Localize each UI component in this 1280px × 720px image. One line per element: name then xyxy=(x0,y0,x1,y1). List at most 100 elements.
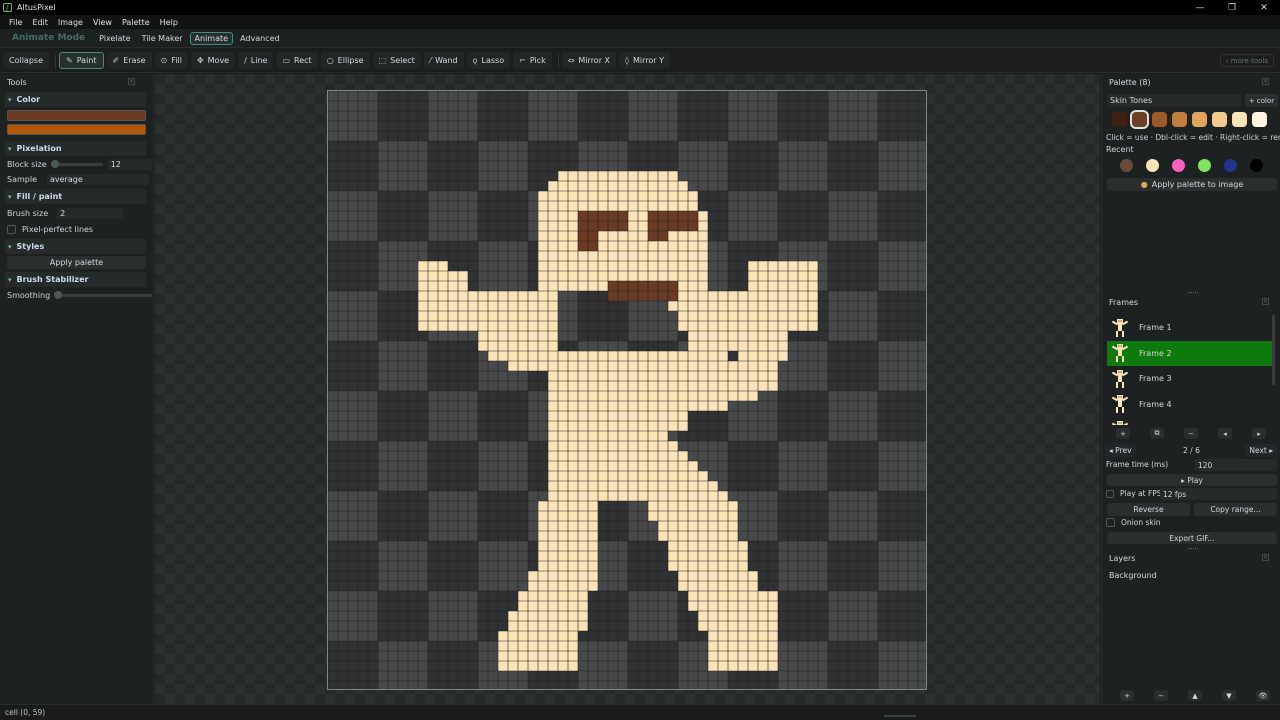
panel-close-icon[interactable]: × xyxy=(128,78,135,85)
minimize-button[interactable]: — xyxy=(1184,0,1216,15)
frame-item[interactable]: Frame 1 xyxy=(1107,315,1272,340)
frame-item[interactable] xyxy=(1107,417,1272,425)
next-frame-button[interactable]: Next ▸ xyxy=(1245,444,1277,457)
panel-close-icon[interactable]: × xyxy=(1262,298,1269,305)
tab-advanced[interactable]: Advanced xyxy=(236,32,284,45)
frames-list: Frame 1 Frame 2 Frame 3 Frame 4 xyxy=(1107,315,1272,425)
tab-tile-maker[interactable]: Tile Maker xyxy=(138,32,187,45)
reverse-button[interactable]: Reverse xyxy=(1107,503,1190,516)
figure-pixel-span xyxy=(518,591,588,601)
recent-color-swatch[interactable] xyxy=(1250,159,1263,172)
color-section-header[interactable]: ▾ Color xyxy=(5,92,146,107)
frame-label: Frame 4 xyxy=(1139,399,1172,409)
menu-file[interactable]: File xyxy=(4,18,27,27)
fps-select[interactable]: 12 fps xyxy=(1160,488,1277,500)
move-layer-down-button[interactable]: ▼ xyxy=(1222,690,1236,701)
prev-frame-button[interactable]: ◂ Prev xyxy=(1105,444,1136,457)
slider-knob[interactable] xyxy=(50,160,59,168)
play-button[interactable]: ▸ Play xyxy=(1107,474,1277,486)
apply-palette-to-image-button[interactable]: ● Apply palette to image xyxy=(1107,178,1277,191)
panel-close-icon[interactable]: × xyxy=(1262,554,1269,561)
styles-section-header[interactable]: ▾ Styles xyxy=(5,239,146,254)
play-at-fps-checkbox[interactable] xyxy=(1106,489,1114,498)
palette-swatch[interactable] xyxy=(1192,112,1207,127)
toggle-visibility-icon[interactable]: 👁 xyxy=(1256,690,1270,701)
move-layer-up-button[interactable]: ▲ xyxy=(1188,690,1202,701)
fill-tool-button[interactable]: ⊙ Fill xyxy=(154,52,188,69)
palette-swatch[interactable] xyxy=(1252,112,1267,127)
recent-color-swatch[interactable] xyxy=(1224,159,1237,172)
paint-tool-button[interactable]: ✎ Paint xyxy=(59,52,104,69)
line-tool-button[interactable]: / Line xyxy=(238,52,274,69)
erase-tool-button[interactable]: ✐ Erase xyxy=(106,52,152,69)
menu-image[interactable]: Image xyxy=(53,18,88,27)
pixelation-section-header[interactable]: ▾ Pixelation xyxy=(5,141,146,156)
move-frame-left-button[interactable]: ◂ xyxy=(1218,428,1232,439)
frame-item[interactable]: Frame 2 xyxy=(1107,340,1272,366)
stabilizer-section-header[interactable]: ▾ Brush Stabilizer xyxy=(5,272,146,287)
pixel-grid-canvas[interactable] xyxy=(328,91,927,690)
panel-close-icon[interactable]: × xyxy=(1262,78,1269,85)
palette-swatch[interactable] xyxy=(1212,112,1227,127)
rect-tool-button[interactable]: ▭ Rect xyxy=(276,52,318,69)
move-tool-button[interactable]: ✥ Move xyxy=(190,52,236,69)
pick-tool-button[interactable]: ⌐ Pick xyxy=(513,52,552,69)
menu-view[interactable]: View xyxy=(88,18,117,27)
select-tool-button[interactable]: ⬚ Select xyxy=(372,52,421,69)
mirror-y-button[interactable]: ◊ Mirror Y xyxy=(619,52,670,69)
block-size-input[interactable]: 12 xyxy=(107,159,152,170)
sample-select[interactable]: average xyxy=(47,174,149,185)
frame-item[interactable]: Frame 3 xyxy=(1107,366,1272,391)
palette-swatch[interactable] xyxy=(1172,112,1187,127)
recent-color-swatch[interactable] xyxy=(1120,159,1133,172)
recent-color-swatch[interactable] xyxy=(1198,159,1211,172)
mirror-x-button[interactable]: ⇔ Mirror X xyxy=(561,52,617,69)
palette-swatch[interactable] xyxy=(1130,110,1149,129)
fill-section-header[interactable]: ▾ Fill / paint xyxy=(5,189,146,204)
primary-color-swatch[interactable] xyxy=(7,110,146,121)
pixel-artboard[interactable] xyxy=(327,90,927,690)
frame-time-input[interactable]: 120 xyxy=(1195,459,1277,471)
menu-palette[interactable]: Palette xyxy=(117,18,155,27)
move-frame-right-button[interactable]: ▸ xyxy=(1252,428,1266,439)
recent-color-swatch[interactable] xyxy=(1146,159,1159,172)
onion-skin-checkbox[interactable] xyxy=(1106,518,1115,527)
menu-help[interactable]: Help xyxy=(155,18,183,27)
export-gif-button[interactable]: Export GIF... xyxy=(1107,532,1277,544)
secondary-color-swatch[interactable] xyxy=(7,124,146,135)
figure-pixel-span xyxy=(748,261,818,271)
ellipse-tool-button[interactable]: ○ Ellipse xyxy=(320,52,370,69)
figure-pixel-span xyxy=(548,381,778,391)
add-color-button[interactable]: + color xyxy=(1245,94,1278,107)
palette-swatch[interactable] xyxy=(1112,112,1127,127)
add-frame-button[interactable]: + xyxy=(1116,428,1130,439)
canvas-area[interactable] xyxy=(155,74,1100,704)
lasso-tool-button[interactable]: ϙ Lasso xyxy=(466,52,511,69)
more-tools-button[interactable]: › more tools xyxy=(1219,54,1274,67)
remove-frame-button[interactable]: − xyxy=(1184,428,1198,439)
palette-swatch[interactable] xyxy=(1232,112,1247,127)
frame-item[interactable]: Frame 4 xyxy=(1107,392,1272,417)
copy-range-button[interactable]: Copy range... xyxy=(1194,503,1277,516)
restore-button[interactable]: ❐ xyxy=(1216,0,1248,15)
palette-name-input[interactable]: Skin Tones xyxy=(1107,94,1241,107)
apply-palette-button[interactable]: Apply palette xyxy=(7,256,146,269)
tab-animate[interactable]: Animate xyxy=(189,31,234,45)
duplicate-frame-button[interactable]: ⧉ xyxy=(1150,428,1164,439)
slider-knob[interactable] xyxy=(54,291,63,299)
recent-color-swatch[interactable] xyxy=(1172,159,1185,172)
block-size-slider[interactable] xyxy=(50,160,103,168)
frames-scrollbar[interactable] xyxy=(1272,315,1275,385)
layer-item[interactable]: Background xyxy=(1109,571,1157,580)
menu-edit[interactable]: Edit xyxy=(27,18,53,27)
remove-layer-button[interactable]: − xyxy=(1154,690,1168,701)
smoothing-slider[interactable] xyxy=(54,291,153,299)
pixel-perfect-checkbox[interactable] xyxy=(7,225,16,234)
wand-tool-button[interactable]: ⁄ Wand xyxy=(423,52,464,69)
close-button[interactable]: ✕ xyxy=(1248,0,1280,15)
tab-pixelate[interactable]: Pixelate xyxy=(95,32,134,45)
brush-size-input[interactable]: 2 xyxy=(57,208,124,219)
palette-swatch[interactable] xyxy=(1152,112,1167,127)
collapse-button[interactable]: Collapse xyxy=(3,52,49,69)
add-layer-button[interactable]: + xyxy=(1120,690,1134,701)
